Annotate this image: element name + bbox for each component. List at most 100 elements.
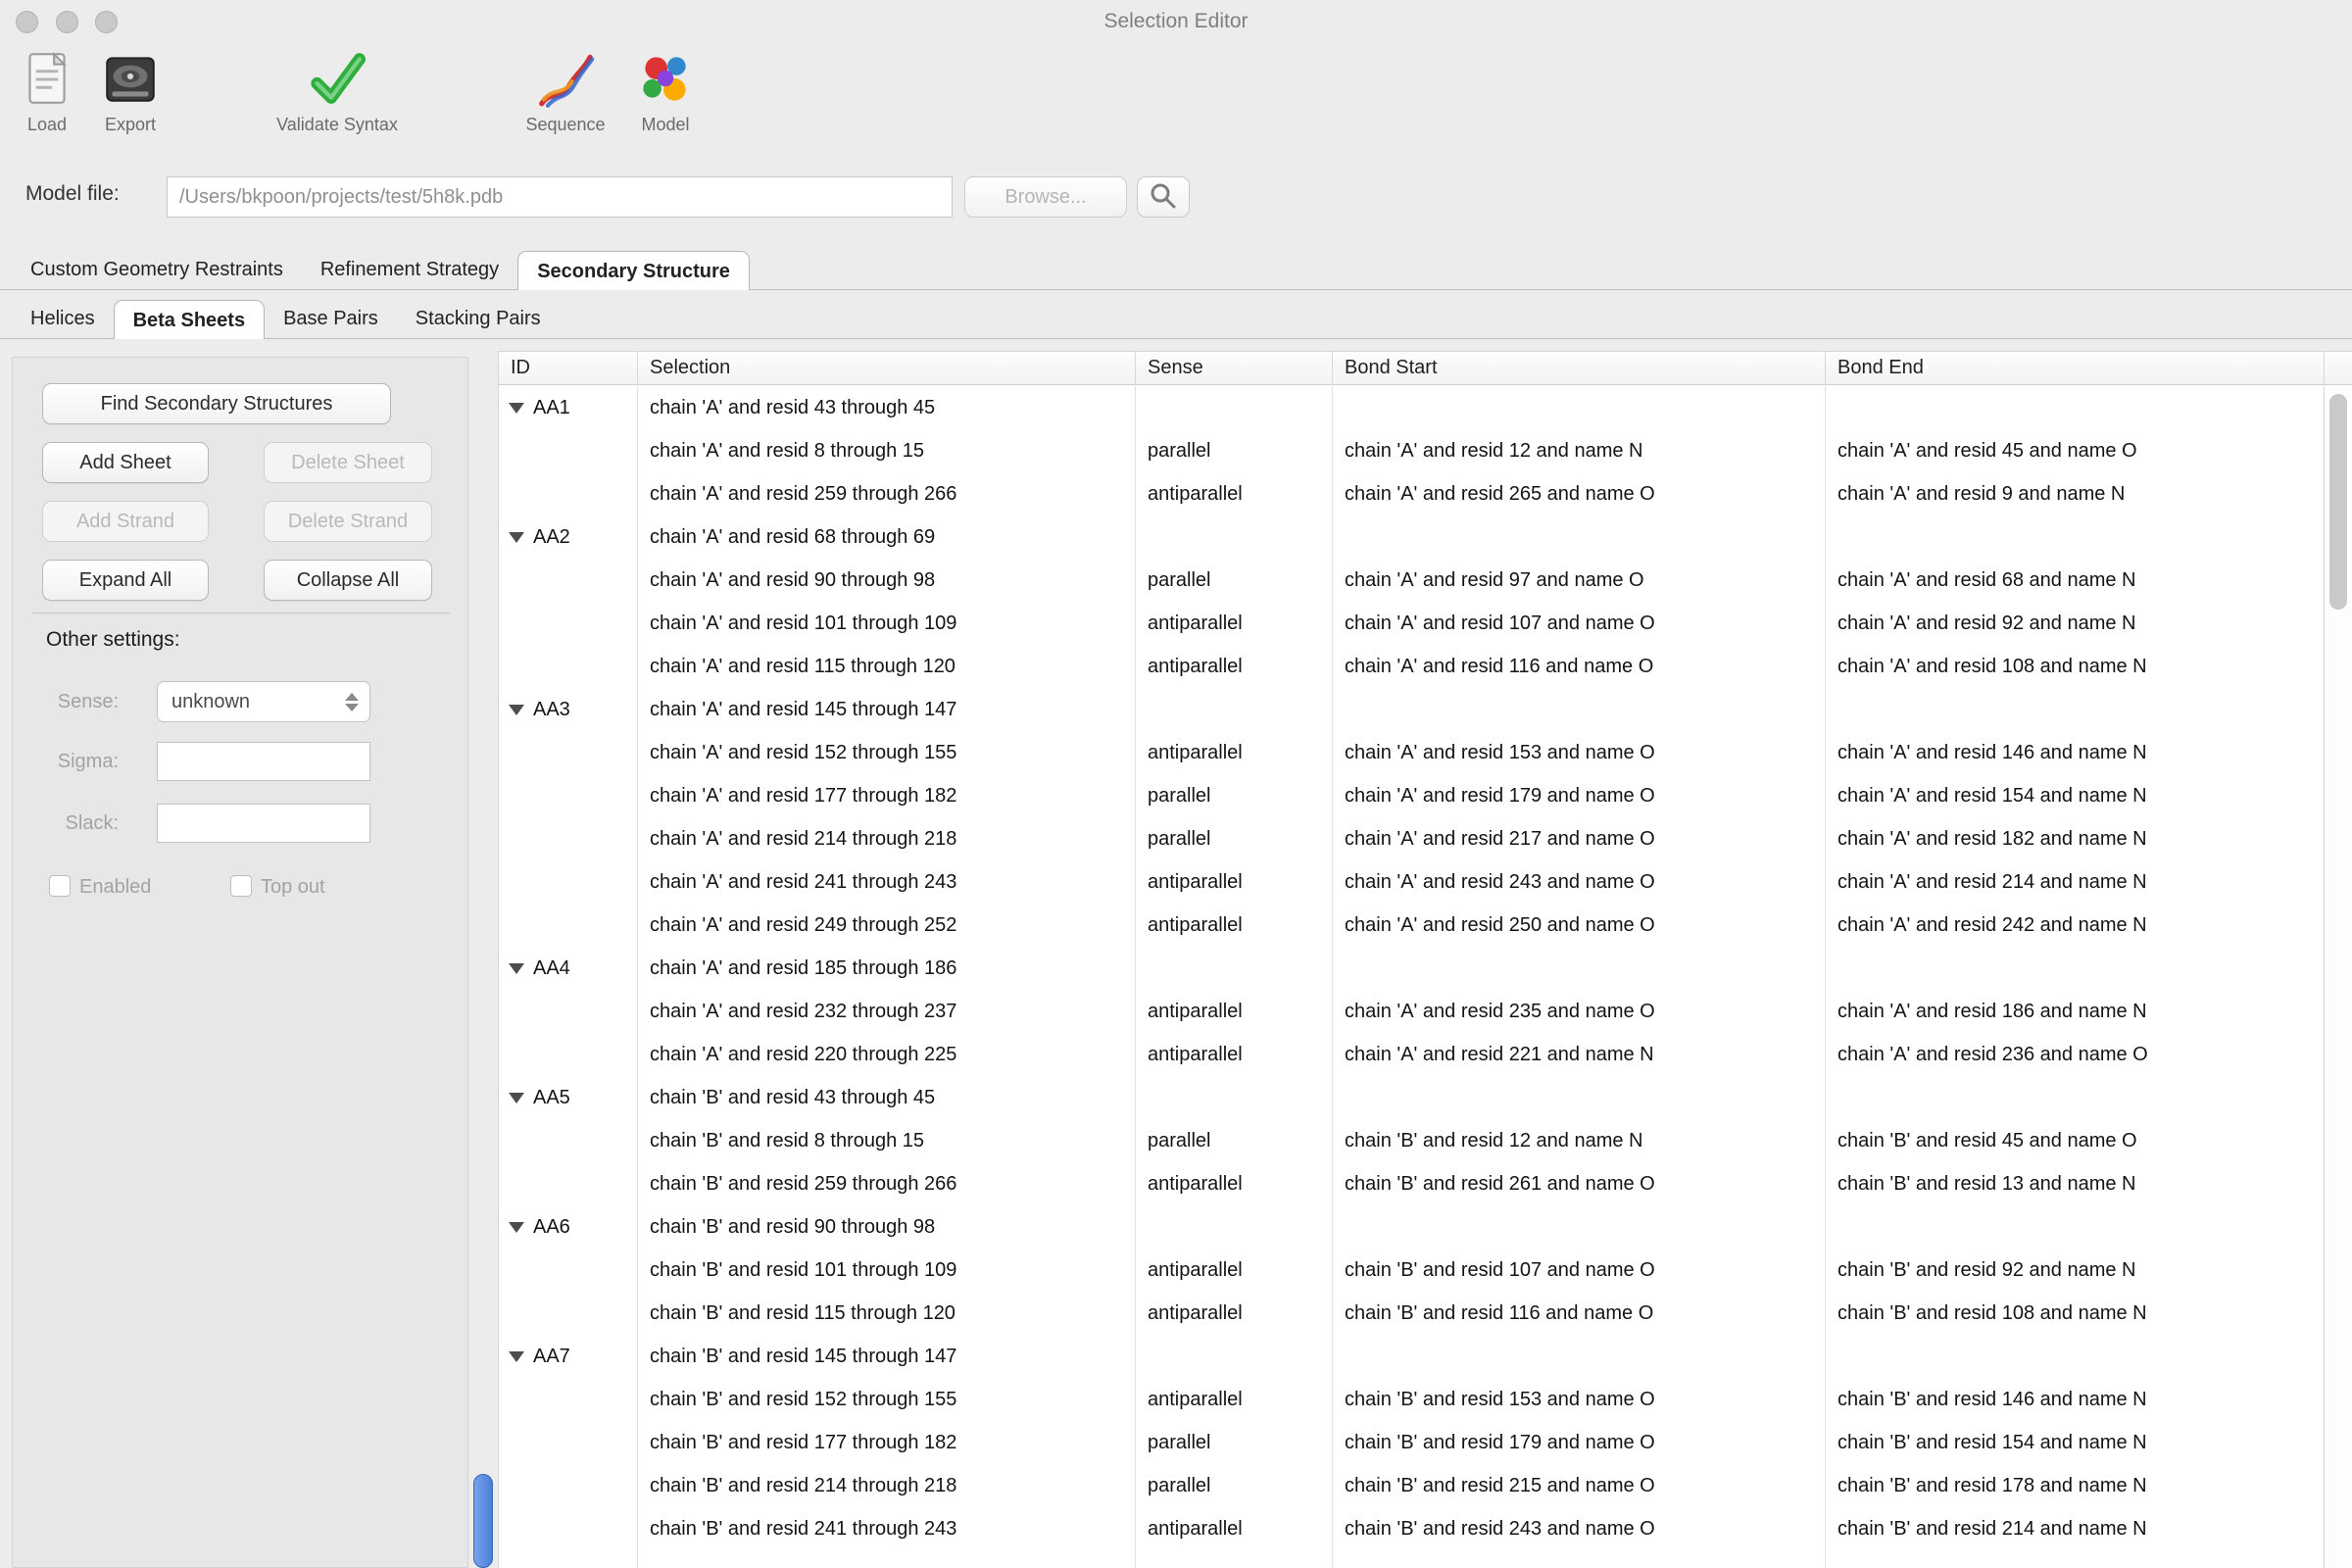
- table-row[interactable]: AA6 chain 'B' and resid 90 through 98: [499, 1205, 2324, 1249]
- export-label: Export: [105, 115, 156, 135]
- table-row[interactable]: chain 'A' and resid 152 through 155 anti…: [499, 731, 2324, 774]
- model-button[interactable]: Model: [633, 47, 698, 135]
- bond-end-cell: chain 'A' and resid 108 and name N: [1826, 656, 2324, 678]
- search-button[interactable]: [1137, 176, 1190, 218]
- selection-cell: chain 'A' and resid 177 through 182: [638, 785, 1136, 808]
- subtab-helices[interactable]: Helices: [12, 299, 114, 338]
- delete-strand-button[interactable]: Delete Strand: [264, 501, 432, 542]
- table-row[interactable]: chain 'A' and resid 177 through 182 para…: [499, 774, 2324, 817]
- table-row[interactable]: chain 'A' and resid 90 through 98 parall…: [499, 559, 2324, 602]
- tab-secondary-structure[interactable]: Secondary Structure: [517, 251, 750, 290]
- column-header-sense[interactable]: Sense: [1136, 352, 1333, 384]
- table-row[interactable]: chain 'B' and resid 8 through 15 paralle…: [499, 1119, 2324, 1162]
- title-bar[interactable]: Selection Editor: [0, 0, 2352, 45]
- sense-dropdown[interactable]: unknown: [157, 681, 370, 722]
- table-row[interactable]: AA7 chain 'B' and resid 145 through 147: [499, 1335, 2324, 1378]
- export-button[interactable]: Export: [98, 47, 163, 135]
- table-row[interactable]: chain 'B' and resid 241 through 243 anti…: [499, 1507, 2324, 1550]
- column-header-bond-end[interactable]: Bond End: [1826, 352, 2325, 384]
- table-row[interactable]: chain 'A' and resid 241 through 243 anti…: [499, 860, 2324, 904]
- table-row[interactable]: AA3 chain 'A' and resid 145 through 147: [499, 688, 2324, 731]
- subtab-stacking-pairs[interactable]: Stacking Pairs: [397, 299, 560, 338]
- table-row[interactable]: chain 'A' and resid 115 through 120 anti…: [499, 645, 2324, 688]
- bond-start-cell: chain 'A' and resid 179 and name O: [1333, 785, 1826, 808]
- tab-refinement-strategy[interactable]: Refinement Strategy: [302, 250, 517, 289]
- disclosure-triangle-icon[interactable]: [509, 963, 524, 974]
- table-row[interactable]: chain 'B' and resid 152 through 155 anti…: [499, 1378, 2324, 1421]
- id-cell: AA5: [499, 1087, 638, 1109]
- bond-end-cell: chain 'A' and resid 186 and name N: [1826, 1001, 2324, 1023]
- table-row[interactable]: chain 'B' and resid 101 through 109 anti…: [499, 1249, 2324, 1292]
- column-header-id[interactable]: ID: [499, 352, 638, 384]
- bond-start-cell: chain 'A' and resid 243 and name O: [1333, 871, 1826, 894]
- disclosure-triangle-icon[interactable]: [509, 1351, 524, 1362]
- delete-sheet-button[interactable]: Delete Sheet: [264, 442, 432, 483]
- table-row[interactable]: chain 'B' and resid 115 through 120 anti…: [499, 1292, 2324, 1335]
- window-title: Selection Editor: [0, 10, 2352, 33]
- sense-cell: parallel: [1136, 1475, 1333, 1497]
- disclosure-triangle-icon[interactable]: [509, 1093, 524, 1103]
- column-divider: [1332, 386, 1333, 1568]
- selection-cell: chain 'B' and resid 177 through 182: [638, 1432, 1136, 1454]
- table-row[interactable]: chain 'A' and resid 259 through 266 anti…: [499, 472, 2324, 515]
- id-cell: [499, 1136, 638, 1147]
- disclosure-triangle-icon[interactable]: [509, 705, 524, 715]
- bond-end-cell: chain 'B' and resid 178 and name N: [1826, 1475, 2324, 1497]
- table-row[interactable]: chain 'B' and resid 214 through 218 para…: [499, 1464, 2324, 1507]
- table-row[interactable]: AA4 chain 'A' and resid 185 through 186: [499, 947, 2324, 990]
- validate-syntax-label: Validate Syntax: [276, 115, 398, 135]
- load-button[interactable]: Load: [15, 47, 79, 135]
- model-file-input[interactable]: [167, 176, 953, 218]
- expand-all-button[interactable]: Expand All: [42, 560, 209, 601]
- disclosure-triangle-icon[interactable]: [509, 403, 524, 414]
- table-vertical-scrollbar[interactable]: [2324, 386, 2352, 1568]
- subtab-beta-sheets[interactable]: Beta Sheets: [114, 300, 266, 339]
- bond-start-cell: chain 'B' and resid 153 and name O: [1333, 1389, 1826, 1411]
- table-row[interactable]: chain 'B' and resid 177 through 182 para…: [499, 1421, 2324, 1464]
- sequence-button[interactable]: Sequence: [525, 47, 605, 135]
- bond-end-cell: chain 'B' and resid 146 and name N: [1826, 1389, 2324, 1411]
- browse-button[interactable]: Browse...: [964, 176, 1127, 218]
- table-row[interactable]: chain 'A' and resid 220 through 225 anti…: [499, 1033, 2324, 1076]
- selection-editor-window: Selection Editor Load: [0, 0, 2352, 1568]
- scrollbar-thumb[interactable]: [2329, 394, 2347, 610]
- id-cell: [499, 446, 638, 457]
- disclosure-triangle-icon[interactable]: [509, 532, 524, 543]
- bond-start-cell: chain 'B' and resid 179 and name O: [1333, 1432, 1826, 1454]
- disclosure-triangle-icon[interactable]: [509, 1222, 524, 1233]
- bond-start-cell: chain 'A' and resid 12 and name N: [1333, 440, 1826, 463]
- enabled-checkbox[interactable]: [49, 875, 71, 897]
- sense-cell: antiparallel: [1136, 1518, 1333, 1541]
- selection-cell: chain 'B' and resid 101 through 109: [638, 1259, 1136, 1282]
- bond-end-cell: chain 'A' and resid 92 and name N: [1826, 612, 2324, 635]
- sheet-id: AA5: [533, 1087, 570, 1109]
- table-row[interactable]: AA5 chain 'B' and resid 43 through 45: [499, 1076, 2324, 1119]
- table-row[interactable]: AA1 chain 'A' and resid 43 through 45: [499, 386, 2324, 429]
- column-header-selection[interactable]: Selection: [638, 352, 1136, 384]
- model-file-label: Model file:: [25, 182, 120, 206]
- slack-input[interactable]: [157, 804, 370, 843]
- selection-cell: chain 'B' and resid 145 through 147: [638, 1346, 1136, 1368]
- left-scrollbar-thumb[interactable]: [473, 1474, 493, 1568]
- sigma-input[interactable]: [157, 742, 370, 781]
- bond-end-cell: chain 'A' and resid 45 and name O: [1826, 440, 2324, 463]
- tab-custom-geometry-restraints[interactable]: Custom Geometry Restraints: [12, 250, 302, 289]
- table-row[interactable]: chain 'A' and resid 249 through 252 anti…: [499, 904, 2324, 947]
- top-out-checkbox[interactable]: [230, 875, 252, 897]
- table-row[interactable]: chain 'B' and resid 259 through 266 anti…: [499, 1162, 2324, 1205]
- find-secondary-structures-button[interactable]: Find Secondary Structures: [42, 383, 391, 424]
- add-sheet-button[interactable]: Add Sheet: [42, 442, 209, 483]
- add-strand-button[interactable]: Add Strand: [42, 501, 209, 542]
- bond-start-cell: chain 'A' and resid 217 and name O: [1333, 828, 1826, 851]
- validate-syntax-button[interactable]: Validate Syntax: [276, 47, 398, 135]
- table-row[interactable]: chain 'A' and resid 232 through 237 anti…: [499, 990, 2324, 1033]
- subtab-base-pairs[interactable]: Base Pairs: [265, 299, 397, 338]
- sense-cell: antiparallel: [1136, 871, 1333, 894]
- table-row[interactable]: chain 'A' and resid 101 through 109 anti…: [499, 602, 2324, 645]
- table-row[interactable]: chain 'A' and resid 214 through 218 para…: [499, 817, 2324, 860]
- sequence-label: Sequence: [525, 115, 605, 135]
- table-row[interactable]: chain 'A' and resid 8 through 15 paralle…: [499, 429, 2324, 472]
- table-row[interactable]: AA2 chain 'A' and resid 68 through 69: [499, 515, 2324, 559]
- column-header-bond-start[interactable]: Bond Start: [1333, 352, 1826, 384]
- collapse-all-button[interactable]: Collapse All: [264, 560, 432, 601]
